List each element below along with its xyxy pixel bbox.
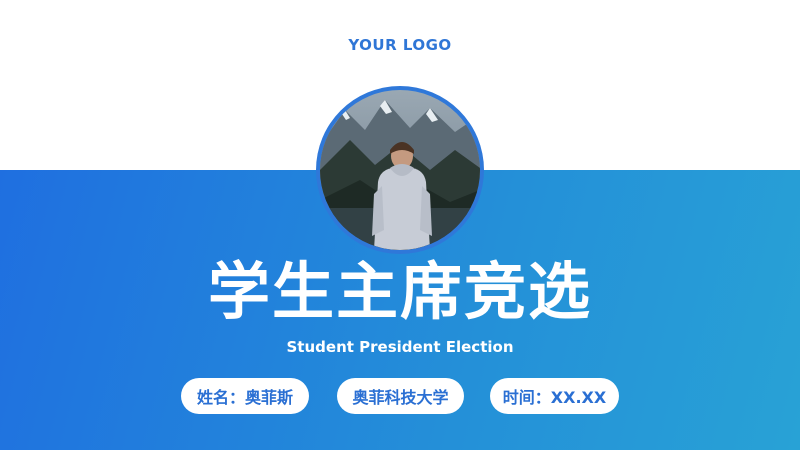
page-subtitle: Student President Election (286, 338, 514, 356)
name-badge-label: 姓名：奥菲斯 (196, 388, 293, 407)
page-title: 学生主席竞选 (207, 255, 592, 328)
school-badge: 奥菲科技大学 (337, 378, 464, 414)
time-badge-label: 时间：XX.XX (502, 388, 607, 407)
time-badge: 时间：XX.XX (490, 378, 619, 414)
school-badge-label: 奥菲科技大学 (352, 388, 449, 407)
name-badge: 姓名：奥菲斯 (181, 378, 309, 414)
profile-photo (320, 90, 480, 250)
logo-text: YOUR LOGO (348, 36, 452, 54)
profile-photo-frame (316, 86, 484, 254)
person-mountain-photo-icon (320, 90, 480, 250)
